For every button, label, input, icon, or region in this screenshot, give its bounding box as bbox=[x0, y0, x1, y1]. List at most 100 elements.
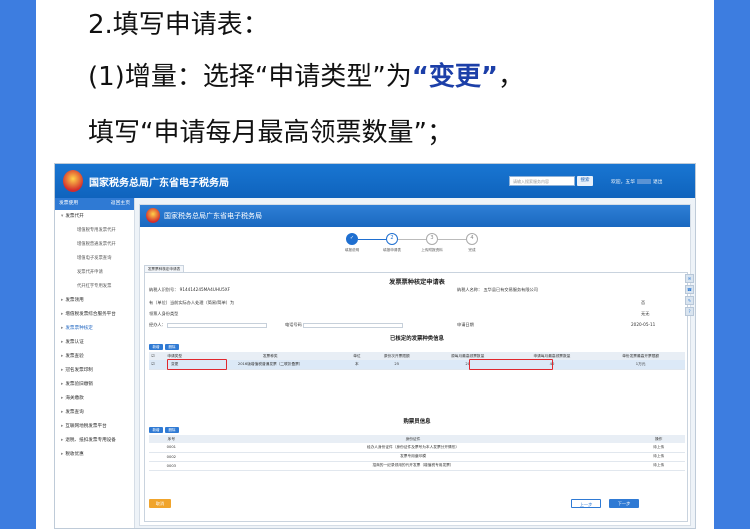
sidebar-item[interactable]: ▸ 增值税发票综合服务平台 bbox=[55, 308, 134, 322]
taxpayer-id-row: 纳税人识别号： 914414245MA4UHU5XF bbox=[149, 287, 230, 293]
sidebar-item-label: 增值税专用发票代开 bbox=[77, 228, 116, 233]
sidebar-item-label: 冠名发票印制 bbox=[65, 368, 93, 373]
chevron-icon: ▸ bbox=[61, 452, 64, 457]
app-screenshot: 国家税务总局广东省电子税务局 请输入搜索服务内容 搜索 欢迎，五华 退出 发票使用… bbox=[54, 163, 696, 529]
table-header-row: ☑ 申请类型 发票种类 单位 原份次开票限额 原每月最高领票数量 申请每月最高领票数量 单份发… bbox=[149, 352, 685, 360]
main-panel: 国家税务总局广东省电子税务局 ✓ 2 3 4 填报说明 填报申请表 上传附报资料… bbox=[139, 204, 691, 526]
upload-action[interactable]: 待上传 bbox=[632, 461, 685, 471]
chevron-icon: ▸ bbox=[61, 396, 64, 401]
sidebar-item-label: 发票查验 bbox=[65, 354, 84, 359]
row-number-cell: 0002 bbox=[149, 452, 194, 462]
add-row-button[interactable]: 新增 bbox=[149, 344, 163, 350]
sidebar-item-label: 增值电子发票查询 bbox=[77, 256, 112, 261]
step-connector bbox=[398, 239, 426, 240]
sidebar-item[interactable]: ▸ 发票查验 bbox=[55, 350, 134, 364]
monthly-quantity-highlight bbox=[469, 359, 553, 370]
orig-limit-cell: 25 bbox=[365, 360, 428, 370]
apply-type-highlight bbox=[167, 359, 227, 370]
user-greeting: 欢迎，五华 bbox=[611, 180, 635, 185]
lead-type-label: 领票人身份类型 bbox=[149, 311, 179, 316]
sidebar-item[interactable]: 增值电子发票查询 bbox=[55, 252, 134, 266]
search-input[interactable]: 请输入搜索服务内容 bbox=[509, 176, 575, 186]
sidebar-item[interactable]: ▾ 发票代开 bbox=[55, 210, 134, 224]
step-3-marker: 3 bbox=[426, 233, 438, 245]
table-row[interactable]: ☑ 变更 2016版增值税普通发票（二联折叠票）本 25 20 40 1万元 bbox=[149, 360, 685, 370]
caption-increment-line: (1)增量：选择“申请类型”为“变更”， bbox=[88, 64, 524, 90]
step-connector bbox=[438, 239, 466, 240]
sidebar-item[interactable]: ▸ 发票查询 bbox=[55, 406, 134, 420]
phone-input[interactable] bbox=[303, 322, 404, 328]
upload-action[interactable]: 待上传 bbox=[632, 452, 685, 462]
caption-line2-suffix: ， bbox=[497, 62, 524, 92]
select-all-checkbox[interactable]: ☑ bbox=[149, 352, 157, 360]
step-1-label: 填报说明 bbox=[344, 248, 360, 252]
user-info: 欢迎，五华 退出 bbox=[611, 178, 663, 185]
left-accent-strip bbox=[0, 0, 36, 529]
next-step-button[interactable]: 下一步 bbox=[609, 499, 639, 508]
handler-input[interactable] bbox=[167, 322, 268, 328]
row-checkbox[interactable]: ☑ bbox=[149, 360, 157, 370]
buyer-delete-button[interactable]: 删除 bbox=[165, 427, 179, 433]
step-4-label: 完成 bbox=[468, 248, 476, 252]
sidebar-item-label: 退税、抵扣发票专用设备 bbox=[65, 438, 116, 443]
dock-phone-icon[interactable]: ☎ bbox=[685, 285, 694, 294]
table-row: 0001 经办人身份证件（身份证件及票号为本人发票分开情形） 待上传 bbox=[149, 443, 685, 453]
buyer-add-button[interactable]: 新增 bbox=[149, 427, 163, 433]
back-home-link[interactable]: 返回主页 bbox=[111, 198, 130, 210]
sidebar-item[interactable]: ▸ 发票票种核定 bbox=[55, 322, 134, 336]
sidebar-item-label: 发票认证 bbox=[65, 340, 84, 345]
max-single-cell: 1万元 bbox=[596, 360, 685, 370]
upload-action[interactable]: 待上传 bbox=[632, 443, 685, 453]
application-form: 发票票种核定申请表 纳税人识别号： 914414245MA4UHU5XF 纳税人… bbox=[144, 272, 688, 522]
lead-type-value[interactable]: 无无 bbox=[641, 311, 649, 317]
sidebar-item[interactable]: ▸ 冠名发票印制 bbox=[55, 364, 134, 378]
column-header: 操作 bbox=[632, 435, 685, 443]
banner-emblem-icon bbox=[146, 208, 160, 223]
sidebar-header: 发票使用 返回主页 bbox=[55, 198, 134, 210]
sidebar-item[interactable]: 代开红字专用发票 bbox=[55, 280, 134, 294]
phone-label: 电话号码 bbox=[285, 322, 302, 327]
sidebar-item[interactable]: ▸ 发票认证 bbox=[55, 336, 134, 350]
delete-row-button[interactable]: 删除 bbox=[165, 344, 179, 350]
tab-application-form[interactable]: 发票票种核定申请表 bbox=[144, 265, 184, 272]
cancel-button[interactable]: 取消 bbox=[149, 499, 171, 508]
sidebar-item[interactable]: 增值税普通发票代开 bbox=[55, 238, 134, 252]
right-dock: ✉ ☎ ✎ ? bbox=[685, 274, 695, 318]
table-row: 0003 招商的一纪录领用的代开发票（增值税专用发票） 待上传 bbox=[149, 461, 685, 471]
taxpayer-id-value: 914414245MA4UHU5XF bbox=[179, 287, 231, 292]
sidebar-item-label: 发票代开 bbox=[65, 214, 84, 219]
logout-link[interactable]: 退出 bbox=[653, 180, 663, 185]
step-2-label: 填报申请表 bbox=[383, 248, 401, 252]
sidebar-item-label: 互联网地税发票平台 bbox=[65, 424, 107, 429]
caption-fill-instruction: 填写“申请每月最高领票数量”； bbox=[88, 118, 453, 148]
sidebar-item[interactable]: 发票代开申请 bbox=[55, 266, 134, 280]
chevron-icon: ▸ bbox=[61, 312, 64, 317]
caption-step-title: 2.填写申请表： bbox=[88, 10, 269, 40]
agent-value[interactable]: 否 bbox=[641, 300, 645, 306]
sidebar-item[interactable]: 增值税专用发票代开 bbox=[55, 224, 134, 238]
caption-highlight-change: “变更” bbox=[411, 62, 498, 92]
chevron-icon: ▾ bbox=[61, 214, 64, 219]
buyer-table: 序号 身份证件 操作 0001 经办人身份证件（身份证件及票号为本人发票分开情形） 待上… bbox=[149, 435, 685, 471]
handler-label: 经办人： bbox=[149, 322, 166, 327]
sidebar-item[interactable]: ▸ 海关缴款 bbox=[55, 392, 134, 406]
search-button[interactable]: 搜索 bbox=[577, 176, 593, 186]
sidebar-item[interactable]: ▸ 发票验旧缴销 bbox=[55, 378, 134, 392]
dock-edit-icon[interactable]: ✎ bbox=[685, 296, 694, 305]
sidebar-item[interactable]: ▸ 互联网地税发票平台 bbox=[55, 420, 134, 434]
sidebar-menu: ▾ 发票代开增值税专用发票代开增值税普通发票代开增值电子发票查询 发票代开申请代开红… bbox=[55, 210, 134, 462]
sidebar-item-label: 发票代开申请 bbox=[77, 270, 103, 275]
chevron-icon: ▸ bbox=[61, 298, 64, 303]
apply-date-value[interactable]: 2020-05-11 bbox=[631, 322, 655, 327]
row-number-cell: 0003 bbox=[149, 461, 194, 471]
sidebar-item[interactable]: ▸ 退税、抵扣发票专用设备 bbox=[55, 434, 134, 448]
prev-step-button[interactable]: 上一步 bbox=[571, 499, 601, 508]
sidebar-item[interactable]: ▸ 税收优惠 bbox=[55, 448, 134, 462]
apply-date-row: 申请日期 bbox=[457, 322, 474, 328]
sidebar-item[interactable]: ▸ 发票领用 bbox=[55, 294, 134, 308]
handler-row: 经办人： bbox=[149, 322, 268, 328]
dock-chat-icon[interactable]: ✉ bbox=[685, 274, 694, 283]
dock-help-icon[interactable]: ? bbox=[685, 307, 694, 316]
approved-toolbar: 新增 删除 bbox=[149, 344, 181, 350]
sidebar-item-label: 代开红字专用发票 bbox=[77, 284, 112, 289]
